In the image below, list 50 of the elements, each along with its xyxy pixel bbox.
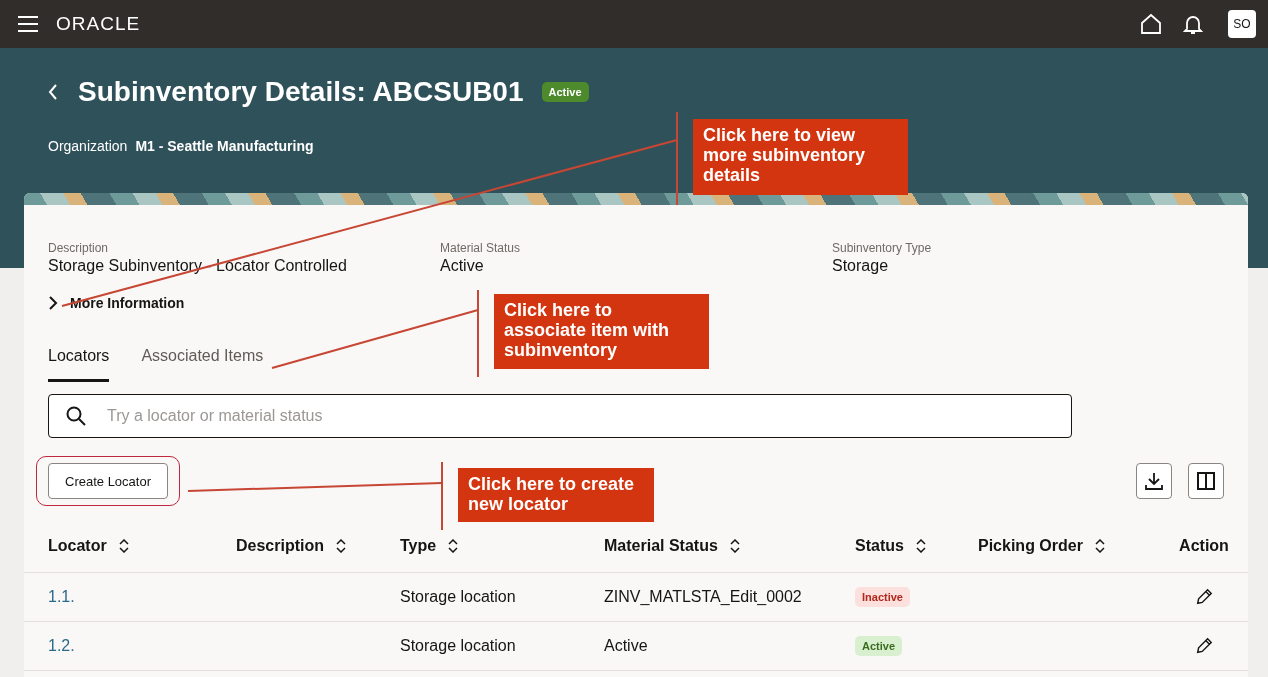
table-cell: ZINV_MATLSTA_Edit_0002 [604,588,802,606]
field-value: Storage [832,257,890,275]
column-header[interactable]: Action [1179,537,1229,555]
sort-icon[interactable] [336,539,346,553]
sort-icon[interactable] [729,539,740,553]
callout: Click here to create new locator [458,468,654,522]
download-icon[interactable] [1136,463,1172,499]
field-label: Subinventory Type [832,241,933,255]
columns-icon[interactable] [1188,463,1224,499]
column-header[interactable]: Locator [48,537,107,555]
locator-link[interactable]: 1.2. [48,637,75,655]
table-cell: Storage location [400,588,516,606]
table-cell: Storage location [400,637,516,655]
menu-icon[interactable] [18,16,38,32]
create-locator-button[interactable]: Create Locator [48,463,168,499]
field-value: Storage Subinventory - Locator Controlled [48,257,348,275]
field-label: Material Status [440,241,522,255]
organization-label: Organization [48,138,128,154]
tab[interactable]: Associated Items [141,347,264,382]
status-badge: Inactive [855,587,910,607]
notifications-icon[interactable] [1182,13,1204,35]
page-title: Subinventory Details: ABCSUB01 [78,76,524,108]
column-header[interactable]: Type [400,537,437,555]
status-badge: Active [855,636,903,656]
back-icon[interactable] [48,84,58,100]
sort-icon[interactable] [448,539,459,553]
column-header[interactable]: Description [236,537,324,555]
field-label: Description [48,241,110,255]
field-value: Active [440,257,485,275]
chevron-right-icon [48,296,58,310]
table-cell: Active [604,637,648,655]
user-avatar[interactable]: SO [1228,10,1256,38]
home-icon[interactable] [1140,13,1162,35]
search-field[interactable]: Try a locator or material status [48,394,1072,438]
column-header[interactable]: Status [855,537,904,555]
callout: Click here to view more subinventory details [693,119,908,195]
locator-link[interactable]: 1.1. [48,588,75,606]
sort-icon[interactable] [118,539,129,553]
edit-icon[interactable] [1195,588,1213,606]
column-header[interactable]: Picking Order [978,537,1083,555]
brand-logo[interactable]: ORACLE [56,13,141,35]
tab[interactable]: Locators [48,347,110,382]
callout: Click here to associate item with subinventory [494,294,709,369]
sort-icon[interactable] [915,539,926,553]
sort-icon[interactable] [1094,539,1105,553]
organization-value: M1 - Seattle Manufacturing [135,138,314,154]
search-icon [66,406,86,426]
column-header[interactable]: Material Status [604,537,718,555]
edit-icon[interactable] [1195,637,1213,655]
status-badge: Active [541,82,589,102]
